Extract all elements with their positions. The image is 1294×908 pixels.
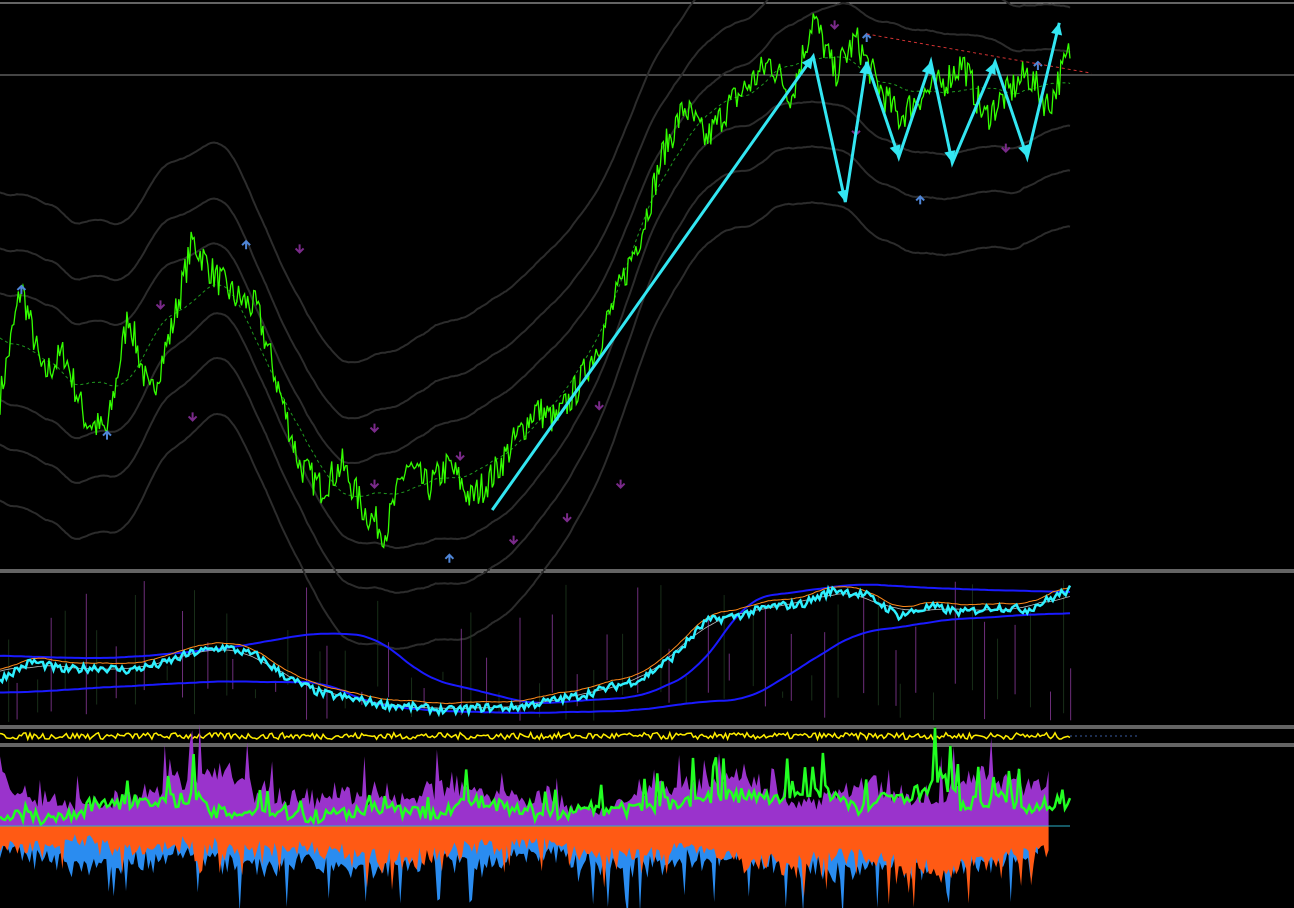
- up-fractal-marker: [369, 479, 380, 490]
- up-fractal-marker: [369, 423, 380, 434]
- envelope-upper-band: [0, 0, 1071, 420]
- up-fractal-marker: [455, 451, 465, 462]
- oscillator-main-line: [0, 584, 1072, 718]
- down-fractal-marker: [861, 32, 872, 42]
- wave-arrowhead: [889, 144, 901, 158]
- up-fractal-marker: [187, 412, 198, 422]
- up-fractal-marker: [1001, 143, 1011, 154]
- up-fractal-marker: [829, 20, 840, 30]
- envelope-lower-band: [0, 201, 1071, 650]
- strip-indicator-line: [0, 730, 1071, 742]
- wave-pattern-path: [490, 22, 1061, 511]
- up-fractal-marker: [615, 479, 626, 490]
- trading-chart: [0, 0, 1294, 908]
- up-fractal-marker: [294, 244, 305, 254]
- up-fractal-marker: [155, 300, 166, 310]
- wave-arrowhead: [921, 62, 933, 75]
- wave-arrowhead: [1051, 22, 1063, 36]
- up-fractal-marker: [508, 535, 519, 546]
- up-fractal-marker: [562, 513, 572, 523]
- envelope-upper-band: [0, 2, 1071, 465]
- chart-root: [0, 0, 1294, 908]
- resistance-trend-line: [866, 33, 1092, 74]
- oscillator-signal-line: [0, 586, 1071, 705]
- up-fractal-marker: [594, 401, 604, 411]
- envelope-lower-band: [0, 145, 1071, 594]
- price-series: [0, 13, 1071, 549]
- envelope-lower-band: [0, 100, 1071, 550]
- down-fractal-marker: [444, 553, 455, 563]
